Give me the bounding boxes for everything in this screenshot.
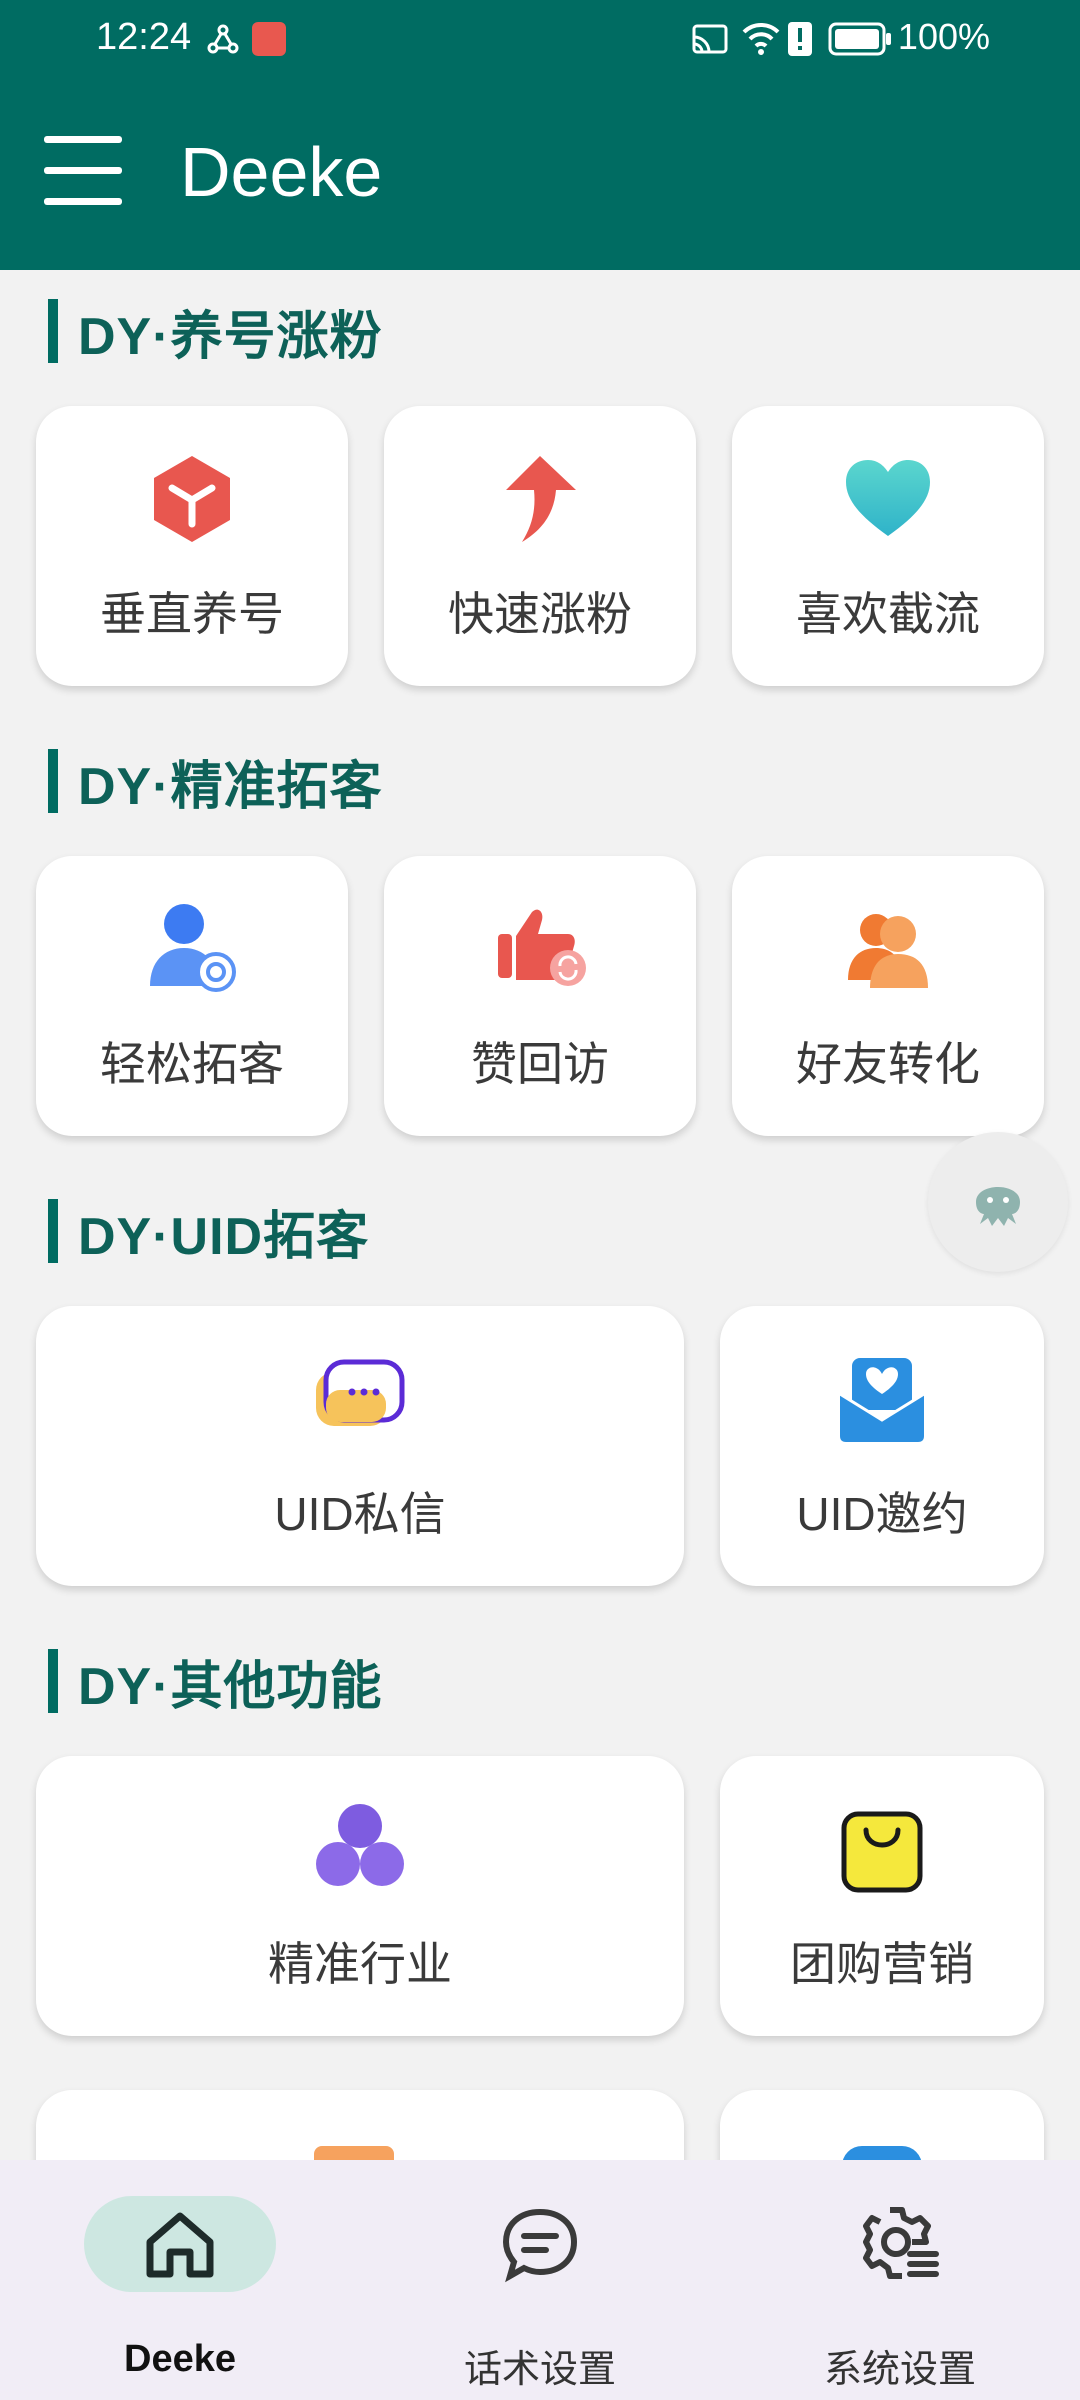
nav-label: 系统设置 (823, 2349, 976, 2391)
nav-label: Deeke (124, 2338, 236, 2380)
card-like-intercept[interactable]: 喜欢截流 (732, 406, 1044, 686)
share-icon (207, 24, 239, 54)
status-bar: 12:24 100% (0, 0, 1080, 80)
settings-icon (863, 2207, 939, 2279)
card-like-revisit[interactable]: 赞回访 (384, 856, 696, 1136)
nav-item-scripts[interactable]: 话术设置 (360, 2160, 720, 2400)
friends-icon (848, 914, 928, 988)
card-group-buy-marketing[interactable]: 团购营销 (720, 1756, 1044, 2036)
card-label: 赞回访 (471, 1038, 609, 1090)
card-easy-leads[interactable]: 轻松拓客 (36, 856, 348, 1136)
cube-icon (154, 456, 230, 542)
card-label: 精准行业 (268, 1938, 452, 1990)
nav-item-settings[interactable]: 系统设置 (720, 2160, 1080, 2400)
card-fast-followers[interactable]: 快速涨粉 (384, 406, 696, 686)
wifi-icon (742, 22, 780, 55)
card-label: 好友转化 (796, 1038, 980, 1090)
home-icon (146, 2212, 214, 2278)
battery-icon (828, 22, 891, 56)
app-notification-icon (252, 22, 286, 56)
alert-icon (788, 22, 812, 56)
card-friend-convert[interactable]: 好友转化 (732, 856, 1044, 1136)
arrow-up-icon (506, 456, 576, 542)
section-title-other: DY·其他功能 (48, 1648, 383, 1716)
app-bar: Deeke (0, 80, 1080, 270)
card-label: UID私信 (274, 1488, 446, 1540)
section-title-grow: DY·养号涨粉 (48, 298, 383, 366)
card-label: 垂直养号 (100, 588, 284, 640)
user-target-icon (150, 904, 236, 992)
card-precise-industry[interactable]: 精准行业 (36, 1756, 684, 2036)
thumbs-up-icon (498, 909, 586, 986)
section-title-uid: DY·UID拓客 (48, 1198, 369, 1266)
card-label: 喜欢截流 (796, 588, 980, 640)
heart-icon (846, 460, 930, 536)
battery-level: 100% (897, 16, 990, 57)
card-label: 快速涨粉 (448, 588, 632, 640)
card-label: UID邀约 (796, 1488, 968, 1540)
octopus-icon (976, 1187, 1020, 1226)
mail-heart-icon (839, 1358, 925, 1442)
status-time: 12:24 (96, 16, 192, 58)
card-uid-invite[interactable]: UID邀约 (720, 1306, 1044, 1586)
section-title-leads: DY·精准拓客 (48, 748, 383, 816)
card-label: 轻松拓客 (100, 1038, 284, 1090)
message-icon (502, 2208, 578, 2283)
nav-label: 话术设置 (463, 2349, 616, 2391)
card-uid-message[interactable]: UID私信 (36, 1306, 684, 1586)
cast-icon (692, 24, 728, 54)
card-label: 团购营销 (790, 1938, 974, 1990)
page-title: Deeke (180, 133, 383, 211)
shopping-bag-icon (841, 1811, 923, 1893)
circles-icon (316, 1804, 404, 1886)
card-vertical-account[interactable]: 垂直养号 (36, 406, 348, 686)
floating-assistant-button[interactable] (928, 1132, 1068, 1272)
bottom-navigation: Deeke 话术设置 系统设置 (0, 2160, 1080, 2400)
menu-icon (44, 136, 122, 143)
nav-item-home[interactable]: Deeke (0, 2160, 360, 2400)
chat-bubble-icon (316, 1359, 405, 1426)
menu-button[interactable] (44, 136, 122, 206)
